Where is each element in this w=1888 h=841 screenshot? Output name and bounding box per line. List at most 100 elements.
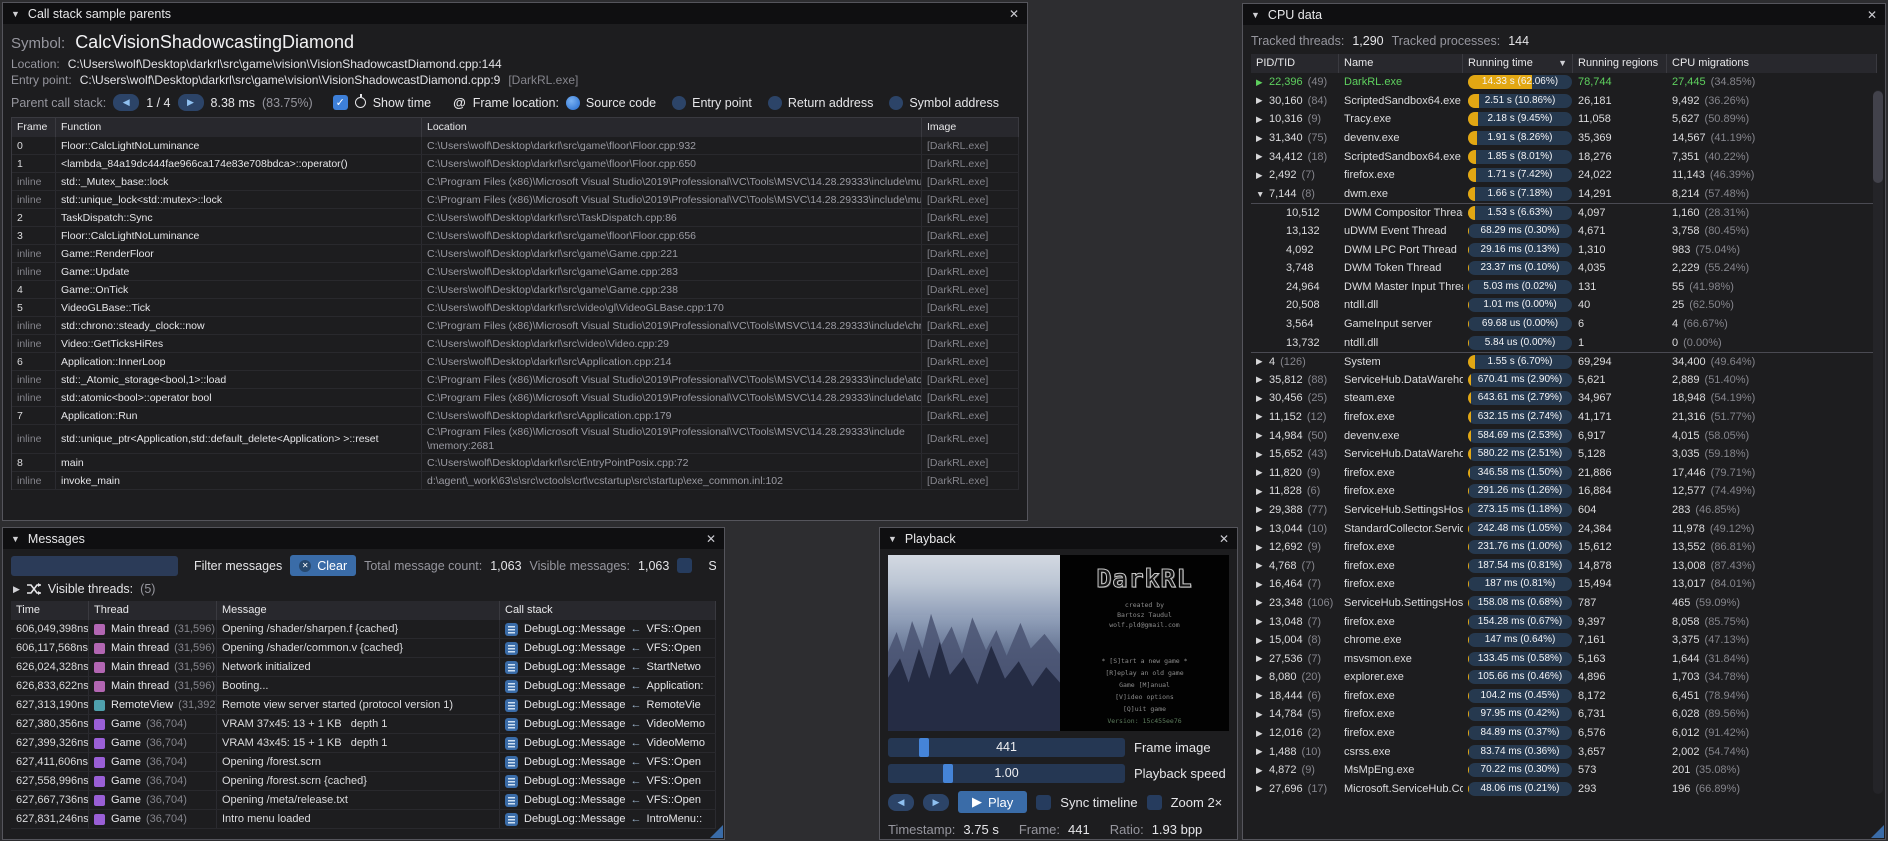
callstack-caller[interactable]: VideoMemo	[647, 718, 706, 730]
expand-icon[interactable]: ▶	[1256, 709, 1269, 720]
expand-icon[interactable]: ▶	[1256, 690, 1269, 701]
expand-icon[interactable]: ▶	[1256, 374, 1269, 385]
message-row[interactable]: 627,313,190ns RemoteView (31,392) Remote…	[11, 696, 716, 715]
cpu-row[interactable]: ▶ 15,652 (43) ServiceHub.DataWareho 580.…	[1251, 445, 1877, 464]
callstack-caller[interactable]: StartNetwo	[647, 661, 701, 673]
expand-icon[interactable]: ▶	[1256, 765, 1269, 776]
callstack-list-icon[interactable]	[505, 661, 518, 674]
close-icon[interactable]: ✕	[1009, 7, 1019, 21]
callstack-list-icon[interactable]	[505, 699, 518, 712]
cpu-row[interactable]: ▶ 15,004 (8) chrome.exe 147 ms (0.64%)	[1251, 631, 1877, 650]
scrollbar-track[interactable]	[1873, 90, 1883, 794]
expand-icon[interactable]: ▶	[1256, 77, 1269, 88]
callstack-row[interactable]: inline Game::Update C:\Users\wolf\Deskto…	[12, 263, 1019, 281]
callstack-entry[interactable]: DebugLog::Message	[524, 794, 626, 806]
frame-image-slider[interactable]: 441	[888, 738, 1125, 757]
play-button[interactable]: ▶ Play	[958, 791, 1027, 813]
cpu-row[interactable]: ▶ 11,820 (9) firefox.exe 346.58 ms (1.50…	[1251, 463, 1877, 482]
cpu-row[interactable]: ▶ 27,696 (17) Microsoft.ServiceHub.Co 48…	[1251, 780, 1877, 799]
expand-icon[interactable]: ▶	[1256, 783, 1269, 794]
callstack-caller[interactable]: IntroMenu::	[647, 813, 703, 825]
callstack-list-icon[interactable]	[505, 756, 518, 769]
callstack-list-icon[interactable]	[505, 737, 518, 750]
callstack-entry[interactable]: DebugLog::Message	[524, 642, 626, 654]
step-back-button[interactable]: ◀	[888, 794, 914, 811]
message-row[interactable]: 606,049,398ns Main thread (31,596) Openi…	[11, 620, 716, 639]
expand-icon[interactable]: ▶	[1256, 672, 1269, 683]
prev-parent-button[interactable]: ◀	[113, 94, 139, 111]
close-icon[interactable]: ✕	[1219, 532, 1229, 546]
cpu-row[interactable]: 10,512 DWM Compositor Thread 1.53 s (6.6…	[1251, 203, 1877, 222]
callstack-list-icon[interactable]	[505, 718, 518, 731]
location-path[interactable]: C:\Users\wolf\Desktop\darkrl\src\game\vi…	[68, 57, 502, 71]
frame-location-radio[interactable]: Entry point	[672, 96, 752, 110]
expand-icon[interactable]: ▶	[1256, 523, 1269, 534]
resize-grip[interactable]	[710, 825, 723, 838]
callstack-entry[interactable]: DebugLog::Message	[524, 623, 626, 635]
expand-icon[interactable]: ▶	[1256, 728, 1269, 739]
zoom-2x-checkbox[interactable]	[1147, 795, 1162, 810]
callstack-row[interactable]: inline std::unique_lock<std::mutex>::loc…	[12, 191, 1019, 209]
cpu-row[interactable]: ▶ 34,412 (18) ScriptedSandbox64.exe 1.85…	[1251, 147, 1877, 166]
frame-location-radio[interactable]: Source code	[566, 96, 656, 110]
callstack-row[interactable]: inline std::_Atomic_storage<bool,1>::loa…	[12, 371, 1019, 389]
resize-grip[interactable]	[1871, 825, 1884, 838]
callstack-row[interactable]: inline Video::GetTicksHiRes C:\Users\wol…	[12, 335, 1019, 353]
message-row[interactable]: 627,831,246ns Game (36,704) Intro menu l…	[11, 810, 716, 829]
cpu-row[interactable]: 4,092 DWM LPC Port Thread 29.16 ms (0.13…	[1251, 240, 1877, 259]
callstack-entry[interactable]: DebugLog::Message	[524, 680, 626, 692]
expand-icon[interactable]: ▶	[1256, 170, 1269, 181]
callstack-caller[interactable]: VFS::Open	[647, 775, 701, 787]
cpu-row[interactable]: 20,508 ntdll.dll 1.01 ms (0.00%) 40	[1251, 296, 1877, 315]
cpu-row[interactable]: ▶ 11,152 (12) firefox.exe 632.15 ms (2.7…	[1251, 408, 1877, 427]
callstack-list-icon[interactable]	[505, 680, 518, 693]
callstack-row[interactable]: 3 Floor::CalcLightNoLuminance C:\Users\w…	[12, 227, 1019, 245]
next-parent-button[interactable]: ▶	[178, 94, 204, 111]
col-header-cpu-migrations[interactable]: CPU migrations	[1667, 54, 1877, 73]
callstack-list-icon[interactable]	[505, 642, 518, 655]
callstack-row[interactable]: inline std::chrono::steady_clock::now C:…	[12, 317, 1019, 335]
callstack-caller[interactable]: Application:	[647, 680, 704, 692]
message-row[interactable]: 627,558,996ns Game (36,704) Opening /for…	[11, 772, 716, 791]
callstack-row[interactable]: 7 Application::Run C:\Users\wolf\Desktop…	[12, 407, 1019, 425]
message-row[interactable]: 627,411,606ns Game (36,704) Opening /for…	[11, 753, 716, 772]
callstack-list-icon[interactable]	[505, 623, 518, 636]
close-icon[interactable]: ✕	[706, 532, 716, 546]
entry-point-path[interactable]: C:\Users\wolf\Desktop\darkrl\src\game\vi…	[80, 73, 501, 87]
callstack-caller[interactable]: RemoteVie	[647, 699, 701, 711]
clear-button[interactable]: ✕ Clear	[290, 555, 356, 576]
callstack-row[interactable]: 4 Game::OnTick C:\Users\wolf\Desktop\dar…	[12, 281, 1019, 299]
cpu-row[interactable]: ▼ 7,144 (8) dwm.exe 1.66 s (7.18%)	[1251, 185, 1877, 204]
cpu-row[interactable]: ▶ 27,536 (7) msvsmon.exe 133.45 ms (0.58…	[1251, 649, 1877, 668]
callstack-row[interactable]: 0 Floor::CalcLightNoLuminance C:\Users\w…	[12, 137, 1019, 155]
expand-icon[interactable]: ▼	[1256, 189, 1269, 199]
cpu-row[interactable]: 3,748 DWM Token Thread 23.37 ms (0.10%)	[1251, 259, 1877, 278]
collapse-icon[interactable]: ▼	[11, 534, 20, 544]
message-row[interactable]: 627,380,356ns Game (36,704) VRAM 37x45: …	[11, 715, 716, 734]
callstack-row[interactable]: 5 VideoGLBase::Tick C:\Users\wolf\Deskto…	[12, 299, 1019, 317]
cpu-row[interactable]: ▶ 2,492 (7) firefox.exe 1.71 s (7.42%)	[1251, 166, 1877, 185]
callstack-entry[interactable]: DebugLog::Message	[524, 661, 626, 673]
collapse-icon[interactable]: ▼	[11, 9, 20, 19]
frame-location-radio[interactable]: Symbol address	[889, 96, 999, 110]
message-row[interactable]: 626,833,622ns Main thread (31,596) Booti…	[11, 677, 716, 696]
expand-icon[interactable]: ▶	[1256, 151, 1269, 162]
callstack-list-icon[interactable]	[505, 794, 518, 807]
cpu-row[interactable]: ▶ 13,044 (10) StandardCollector.Servic 2…	[1251, 519, 1877, 538]
message-row[interactable]: 627,399,326ns Game (36,704) VRAM 43x45: …	[11, 734, 716, 753]
callstack-row[interactable]: 6 Application::InnerLoop C:\Users\wolf\D…	[12, 353, 1019, 371]
expand-icon[interactable]: ▶	[1256, 542, 1269, 553]
callstack-entry[interactable]: DebugLog::Message	[524, 699, 626, 711]
cpu-titlebar[interactable]: ▼ CPU data ✕	[1243, 4, 1885, 25]
callstack-row[interactable]: inline invoke_main d:\agent\_work\63\s\s…	[12, 472, 1019, 490]
sync-timeline-checkbox[interactable]	[1036, 795, 1051, 810]
messages-titlebar[interactable]: ▼ Messages ✕	[3, 528, 724, 549]
expand-icon[interactable]: ▶	[1256, 560, 1269, 571]
callstack-entry[interactable]: DebugLog::Message	[524, 737, 626, 749]
expand-threads-icon[interactable]: ▶	[13, 584, 20, 595]
callstack-list-icon[interactable]	[505, 775, 518, 788]
cpu-row[interactable]: ▶ 30,160 (84) ScriptedSandbox64.exe 2.51…	[1251, 92, 1877, 111]
callstack-entry[interactable]: DebugLog::Message	[524, 813, 626, 825]
collapse-icon[interactable]: ▼	[1251, 10, 1260, 20]
callstack-caller[interactable]: VFS::Open	[647, 794, 701, 806]
